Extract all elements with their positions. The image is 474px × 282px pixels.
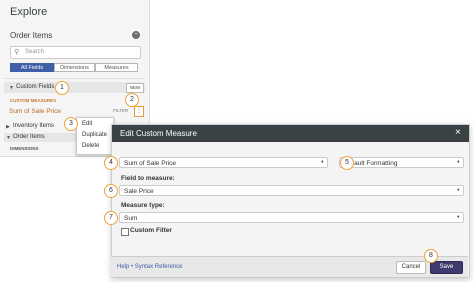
tab-dimensions[interactable]: Dimensions xyxy=(54,63,95,72)
field-to-measure-label: Field to measure: xyxy=(121,175,175,182)
measure-name-value: Sum of Sale Price xyxy=(124,160,177,167)
custom-measures-header: CUSTOM MEASURES xyxy=(10,98,57,103)
chevron-updown-icon: ♦ xyxy=(457,214,460,220)
callout-1: 1 xyxy=(55,81,69,95)
callout-3: 3 xyxy=(64,117,78,131)
caret-right-icon: ▶ xyxy=(6,124,10,130)
dialog-footer: Help • Syntax Reference Cancel Save xyxy=(111,256,468,277)
callout-4: 4 xyxy=(104,156,118,170)
measure-type-value: Sum xyxy=(124,215,138,222)
callout-6: 6 xyxy=(104,184,118,198)
search-icon: ⚲ xyxy=(14,49,20,56)
chevron-updown-icon: ♦ xyxy=(457,187,460,193)
menu-item-duplicate[interactable]: Duplicate xyxy=(82,132,107,138)
ellipsis-icon[interactable]: ⋮ xyxy=(134,106,144,117)
measure-type-select[interactable]: Sum ♦ xyxy=(119,212,464,223)
format-select[interactable]: Default Formatting ♦ xyxy=(339,157,464,168)
chevron-updown-icon: ♦ xyxy=(321,159,324,165)
edit-custom-measure-dialog: Edit Custom Measure × xyxy=(111,124,470,278)
save-button[interactable]: Save xyxy=(430,261,463,274)
caret-down-icon: ▼ xyxy=(9,85,14,91)
callout-2: 2 xyxy=(125,93,139,107)
custom-filter-label: Custom Filter xyxy=(130,227,172,234)
custom-measure-item[interactable]: Sum of Sale Price xyxy=(9,108,61,115)
measure-type-label: Measure type: xyxy=(121,202,165,209)
minus-circle-icon[interactable]: − xyxy=(132,31,140,39)
close-icon[interactable]: × xyxy=(455,127,461,138)
view-title: Order Items xyxy=(10,31,53,40)
divider xyxy=(4,78,145,79)
callout-5: 5 xyxy=(340,156,354,170)
search-input[interactable]: ⚲ Search xyxy=(10,46,141,59)
custom-fields-label: Custom Fields xyxy=(16,84,55,90)
new-custom-field-button[interactable]: NEW xyxy=(126,83,144,93)
menu-item-edit[interactable]: Edit xyxy=(82,121,92,127)
search-placeholder: Search xyxy=(25,49,45,55)
context-menu: Edit Duplicate Delete xyxy=(76,117,114,155)
field-value: Sale Price xyxy=(124,188,154,195)
field-to-measure-select[interactable]: Sale Price ♦ xyxy=(119,185,464,196)
menu-item-delete[interactable]: Delete xyxy=(82,143,99,149)
dialog-header: Edit Custom Measure × xyxy=(112,125,469,142)
inventory-items-label: Inventory Items xyxy=(13,123,55,129)
chevron-updown-icon: ♦ xyxy=(457,159,460,165)
help-link[interactable]: Help • Syntax Reference xyxy=(117,264,182,270)
dialog-title: Edit Custom Measure xyxy=(120,129,197,138)
order-items-label: Order Items xyxy=(13,134,45,140)
filter-button[interactable]: FILTER xyxy=(113,108,128,113)
custom-fields-section[interactable]: ▼ Custom Fields NEW xyxy=(4,82,145,93)
tab-measures[interactable]: Measures xyxy=(95,63,138,72)
custom-filter-checkbox[interactable] xyxy=(121,228,129,236)
caret-down-icon: ▼ xyxy=(6,135,11,141)
callout-7: 7 xyxy=(104,211,118,225)
cancel-button[interactable]: Cancel xyxy=(396,261,426,274)
explore-title: Explore xyxy=(10,6,48,18)
tab-all-fields[interactable]: All Fields xyxy=(10,63,54,72)
dimensions-header: DIMENSIONS xyxy=(10,146,39,151)
callout-8: 8 xyxy=(424,249,438,263)
measure-name-select[interactable]: Sum of Sale Price ♦ xyxy=(119,157,328,168)
